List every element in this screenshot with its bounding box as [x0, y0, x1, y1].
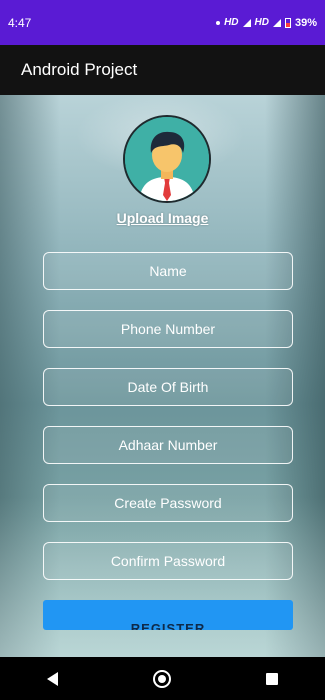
- name-field[interactable]: Name: [43, 252, 293, 290]
- date-of-birth-field[interactable]: Date Of Birth: [43, 368, 293, 406]
- battery-percent: 39%: [294, 16, 317, 29]
- battery-icon: [284, 17, 291, 28]
- adhaar-number-field[interactable]: Adhaar Number: [43, 426, 293, 464]
- confirm-password-field[interactable]: Confirm Password: [43, 542, 293, 580]
- app-bar: Android Project: [0, 45, 325, 95]
- home-icon[interactable]: [152, 669, 171, 688]
- signal-icon-2: [272, 18, 281, 27]
- app-title: Android Project: [21, 60, 138, 79]
- avatar-image[interactable]: [123, 115, 211, 203]
- registration-form: Upload Image Name Phone Number Date Of B…: [0, 95, 325, 657]
- create-password-field[interactable]: Create Password: [43, 484, 293, 522]
- name-placeholder: Name: [149, 263, 187, 279]
- recent-apps-icon[interactable]: [265, 672, 278, 685]
- register-button-label: REGISTER: [130, 621, 206, 630]
- status-bar: 4:47 HD HD 39%: [0, 0, 325, 45]
- network-label-2: HD: [254, 17, 269, 28]
- navigation-bar: [0, 657, 325, 700]
- date-of-birth-placeholder: Date Of Birth: [127, 379, 209, 395]
- network-label: HD: [224, 17, 239, 28]
- adhaar-number-placeholder: Adhaar Number: [118, 437, 218, 453]
- create-password-placeholder: Create Password: [114, 495, 222, 511]
- back-icon[interactable]: [47, 671, 59, 686]
- phone-number-placeholder: Phone Number: [120, 321, 216, 337]
- status-icons: HD HD 39%: [216, 17, 317, 29]
- phone-number-field[interactable]: Phone Number: [43, 310, 293, 348]
- notification-dot-icon: [216, 20, 221, 25]
- status-time: 4:47: [8, 15, 32, 30]
- signal-icon: [242, 18, 251, 27]
- confirm-password-placeholder: Confirm Password: [110, 553, 226, 569]
- person-avatar-icon: [125, 117, 209, 201]
- upload-image-link[interactable]: Upload Image: [0, 210, 325, 226]
- register-button[interactable]: REGISTER: [43, 600, 293, 630]
